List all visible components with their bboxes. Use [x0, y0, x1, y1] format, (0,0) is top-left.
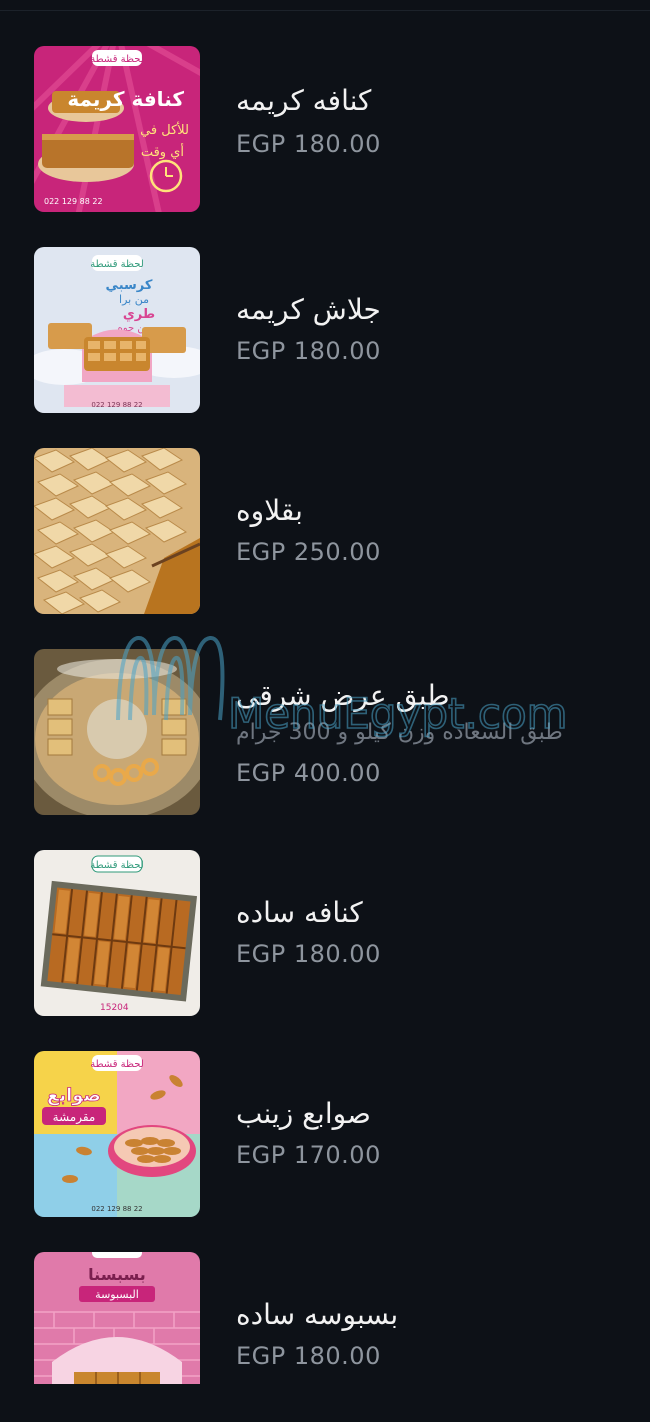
item-thumbnail[interactable] [34, 649, 200, 815]
item-name: بسبوسه ساده [236, 1298, 399, 1331]
item-name: بقلاوه [236, 494, 303, 527]
item-name: جلاش كريمه [236, 293, 381, 326]
gullash-cream-promo-image: لحظة قشطة كرسبي من برا طري من جوه 022 12… [34, 247, 200, 413]
box-code-text: 15204 [100, 1003, 129, 1013]
brand-logo-text: لحظة قشطة [90, 860, 144, 871]
item-price: EGP 250.00 [236, 538, 381, 566]
menu-item[interactable]: لحظة قشطة كنافة كريمة للأكل في أي وقت 02… [0, 46, 650, 216]
item-thumbnail[interactable] [34, 448, 200, 614]
baklava-tray-image [34, 448, 200, 614]
item-price: EGP 180.00 [236, 1342, 381, 1370]
promo-title: صوابع [47, 1085, 101, 1106]
item-thumbnail[interactable]: لحظة قشطة 15204 [34, 850, 200, 1016]
promo-title: كرسبي [106, 278, 153, 293]
item-name: كنافه كريمه [236, 84, 372, 117]
brand-logo-text: لحظة قشطة [90, 54, 144, 65]
item-price: EGP 180.00 [236, 130, 381, 158]
kunafa-cream-promo-image: لحظة قشطة كنافة كريمة للأكل في أي وقت 02… [34, 46, 200, 212]
plain-basbousa-promo-image: بسبسنا البسبوسة [34, 1252, 200, 1384]
item-price: EGP 170.00 [236, 1141, 381, 1169]
menu-item[interactable]: لحظة قشطة صوابع مقرمشة 022 129 88 22 صوا… [0, 1051, 650, 1221]
promo-title: طري [123, 307, 155, 322]
menu-item[interactable]: لحظة قشطة 15204 كنافه ساده EGP 180.00 [0, 850, 650, 1020]
item-name: صوابع زينب [236, 1097, 371, 1130]
menu-item[interactable]: لحظة قشطة كرسبي من برا طري من جوه 022 12… [0, 247, 650, 417]
menu-item[interactable]: بسبسنا البسبوسة بسبوسه ساده EGP 180.00 [0, 1252, 650, 1422]
promo-subtitle: أي وقت [141, 143, 184, 160]
item-name: كنافه ساده [236, 896, 363, 929]
zainab-fingers-promo-image: لحظة قشطة صوابع مقرمشة 022 129 88 22 [34, 1051, 200, 1217]
promo-title: كنافة كريمة [67, 87, 184, 111]
item-thumbnail[interactable]: بسبسنا البسبوسة [34, 1252, 200, 1384]
promo-subtitle: للأكل في [140, 121, 189, 138]
promo-title: البسبوسة [95, 1288, 139, 1301]
oriental-display-plate-image [34, 649, 200, 815]
item-price: EGP 400.00 [236, 759, 381, 787]
phone-text: 022 129 88 22 [91, 1205, 142, 1213]
item-price: EGP 180.00 [236, 940, 381, 968]
item-thumbnail[interactable]: لحظة قشطة كرسبي من برا طري من جوه 022 12… [34, 247, 200, 413]
phone-text: 022 129 88 22 [44, 197, 103, 206]
promo-title: من برا [119, 293, 149, 306]
plain-kunafa-box-image: لحظة قشطة 15204 [34, 850, 200, 1016]
menu-list: لحظة قشطة كنافة كريمة للأكل في أي وقت 02… [0, 0, 650, 1384]
item-thumbnail[interactable]: لحظة قشطة صوابع مقرمشة 022 129 88 22 [34, 1051, 200, 1217]
menu-item[interactable]: بقلاوه EGP 250.00 [0, 448, 650, 618]
promo-title: مقرمشة [53, 1110, 96, 1125]
brand-logo-text: لحظة قشطة [90, 1059, 144, 1070]
brand-logo-text: لحظة قشطة [90, 259, 144, 270]
item-price: EGP 180.00 [236, 337, 381, 365]
item-description: طبق السعاده وزن كيلو و 300 جرام [236, 720, 563, 745]
phone-text: 022 129 88 22 [91, 401, 142, 409]
item-name: طبق عرض شرقى [236, 679, 450, 712]
promo-title: بسبسنا [88, 1265, 146, 1284]
item-thumbnail[interactable]: لحظة قشطة كنافة كريمة للأكل في أي وقت 02… [34, 46, 200, 212]
menu-item[interactable]: طبق عرض شرقى طبق السعاده وزن كيلو و 300 … [0, 649, 650, 819]
